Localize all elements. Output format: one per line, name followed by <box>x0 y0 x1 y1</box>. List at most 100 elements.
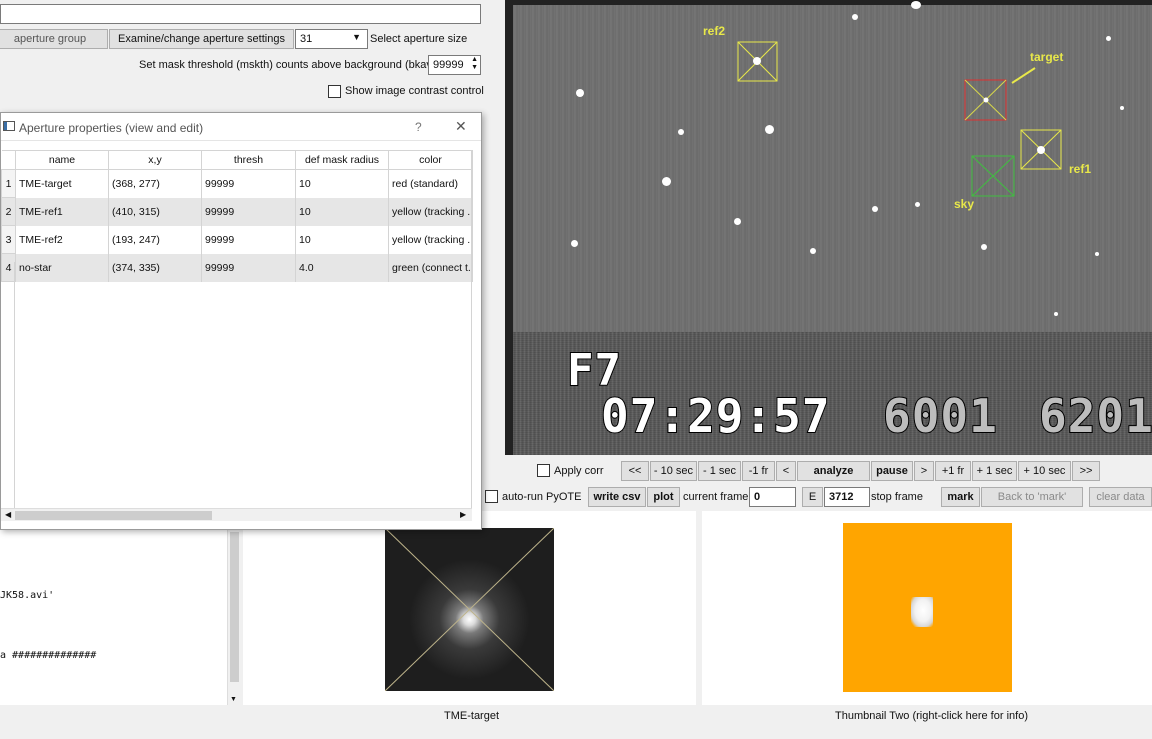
log-scroll-thumb[interactable] <box>230 532 239 682</box>
aperture-ref1[interactable] <box>1020 129 1062 170</box>
thumbnail-one-panel[interactable] <box>243 511 696 705</box>
nav-minus-1-frame-button[interactable]: -1 fr <box>742 461 775 481</box>
scroll-down-icon[interactable]: ▼ <box>230 696 237 703</box>
cell-xy[interactable]: (368, 277) <box>108 169 202 198</box>
table-row[interactable]: 2 TME-ref1 (410, 315) 99999 10 yellow (t… <box>1 197 473 226</box>
top-text-field[interactable] <box>0 4 481 24</box>
thumbnail-two-panel[interactable] <box>702 511 1152 705</box>
cell-thresh[interactable]: 99999 <box>201 169 296 198</box>
write-csv-button[interactable]: write csv <box>588 487 646 507</box>
thumbnail-two-star <box>911 597 933 627</box>
nav-plus-10-sec-button[interactable]: + 10 sec <box>1018 461 1071 481</box>
nav-back-button[interactable]: < <box>776 461 796 481</box>
analyze-button[interactable]: analyze <box>797 461 870 481</box>
cell-radius[interactable]: 10 <box>295 197 389 226</box>
table-left-edge <box>14 262 15 510</box>
nav-minus-10-sec-button[interactable]: - 10 sec <box>650 461 697 481</box>
pause-button[interactable]: pause <box>871 461 913 481</box>
cell-radius[interactable]: 10 <box>295 169 389 198</box>
plot-button[interactable]: plot <box>647 487 680 507</box>
auto-run-pyote-label: auto-run PyOTE <box>502 491 582 503</box>
column-header-color[interactable]: color <box>388 150 473 170</box>
back-to-mark-label: Back to 'mark' <box>997 491 1067 503</box>
table-row[interactable]: 4 no-star (374, 335) 99999 4.0 green (co… <box>1 253 473 282</box>
mask-threshold-spinbox[interactable]: 99999 ▲ ▼ <box>428 55 481 75</box>
cell-name[interactable]: TME-ref1 <box>15 197 109 226</box>
column-header-name[interactable]: name <box>15 150 109 170</box>
auto-run-pyote-checkbox[interactable] <box>485 490 498 503</box>
apply-corr-checkbox[interactable] <box>537 464 550 477</box>
log-scrollbar[interactable]: ▼ <box>227 530 240 705</box>
stop-frame-input[interactable]: 3712 <box>824 487 870 507</box>
cell-thresh[interactable]: 99999 <box>201 253 296 282</box>
nav-last-button[interactable]: >> <box>1072 461 1100 481</box>
mark-button[interactable]: mark <box>941 487 980 507</box>
thumbnail-one-crosshair <box>385 528 554 691</box>
mask-threshold-value: 99999 <box>433 59 464 71</box>
thumbnail-one-label: TME-target <box>444 710 500 722</box>
overlay-number-1: 6001 <box>882 388 998 444</box>
aperture-target[interactable] <box>964 79 1007 121</box>
write-csv-label: write csv <box>593 491 641 503</box>
ref2-tag: ref2 <box>703 24 726 38</box>
cell-xy[interactable]: (374, 335) <box>108 253 202 282</box>
nav-plus-1-frame-button[interactable]: +1 fr <box>935 461 971 481</box>
aperture-table[interactable]: name x,y thresh def mask radius color 1 … <box>1 150 473 282</box>
cell-name[interactable]: TME-ref2 <box>15 225 109 254</box>
ref1-tag: ref1 <box>1069 162 1092 176</box>
clear-data-button[interactable]: clear data <box>1089 487 1152 507</box>
cell-color[interactable]: yellow (tracking ... <box>388 197 473 226</box>
nav-minus-10-sec-label: - 10 sec <box>653 465 694 477</box>
cell-color[interactable]: red (standard) <box>388 169 473 198</box>
current-frame-input[interactable]: 0 <box>749 487 796 507</box>
cell-thresh[interactable]: 99999 <box>201 197 296 226</box>
aperture-properties-dialog[interactable]: Aperture properties (view and edit) ? ✕ … <box>0 112 482 530</box>
aperture-ref2[interactable] <box>737 41 778 82</box>
column-header-xy[interactable]: x,y <box>108 150 202 170</box>
cell-name[interactable]: TME-target <box>15 169 109 198</box>
cell-color[interactable]: green (connect t... <box>388 253 473 282</box>
help-icon[interactable]: ? <box>415 120 422 134</box>
chevron-down-icon: ▼ <box>352 32 361 42</box>
video-frame-image[interactable]: ref2 target ref1 sky F7 07:29:57 6001 62… <box>505 0 1152 455</box>
cell-radius[interactable]: 4.0 <box>295 253 389 282</box>
examine-aperture-settings-button[interactable]: Examine/change aperture settings <box>109 29 294 49</box>
cell-xy[interactable]: (193, 247) <box>108 225 202 254</box>
nav-minus-1-sec-button[interactable]: - 1 sec <box>698 461 741 481</box>
aperture-size-value: 31 <box>300 33 313 45</box>
log-text-panel[interactable]: JK58.avi' a ############## <box>0 530 240 705</box>
cell-name[interactable]: no-star <box>15 253 109 282</box>
horizontal-scroll-thumb[interactable] <box>15 511 212 520</box>
column-header-thresh[interactable]: thresh <box>201 150 296 170</box>
nav-forward-button[interactable]: > <box>914 461 934 481</box>
dialog-titlebar[interactable]: Aperture properties (view and edit) ? ✕ <box>1 113 481 141</box>
cell-xy[interactable]: (410, 315) <box>108 197 202 226</box>
table-horizontal-scrollbar[interactable]: ◀ ▶ <box>1 508 472 521</box>
column-header-radius[interactable]: def mask radius <box>295 150 389 170</box>
cell-color[interactable]: yellow (tracking ... <box>388 225 473 254</box>
current-frame-value: 0 <box>754 491 761 503</box>
table-row[interactable]: 3 TME-ref2 (193, 247) 99999 10 yellow (t… <box>1 225 473 254</box>
contrast-checkbox[interactable] <box>328 85 341 98</box>
table-row[interactable]: 1 TME-target (368, 277) 99999 10 red (st… <box>1 169 473 198</box>
log-line-separator: a ############## <box>0 650 97 661</box>
stop-frame-value: 3712 <box>829 491 854 503</box>
row-number: 1 <box>1 169 16 198</box>
nav-first-button[interactable]: << <box>621 461 649 481</box>
close-icon[interactable]: ✕ <box>455 118 467 135</box>
cell-thresh[interactable]: 99999 <box>201 225 296 254</box>
back-to-mark-button[interactable]: Back to 'mark' <box>981 487 1083 507</box>
nav-plus-1-sec-label: + 1 sec <box>976 465 1013 477</box>
e-button[interactable]: E <box>802 487 823 507</box>
analyze-label: analyze <box>813 465 854 477</box>
aperture-size-select[interactable]: 31 ▼ <box>295 29 368 49</box>
nav-back-label: < <box>782 465 790 477</box>
plot-label: plot <box>653 491 674 503</box>
aperture-sky[interactable] <box>971 155 1015 197</box>
overlay-number-2: 6201 <box>1038 388 1152 444</box>
nav-plus-1-sec-button[interactable]: + 1 sec <box>972 461 1017 481</box>
aperture-group-button[interactable]: aperture group <box>0 29 108 49</box>
scroll-right-icon[interactable]: ▶ <box>460 510 466 519</box>
scroll-left-icon[interactable]: ◀ <box>5 510 11 519</box>
cell-radius[interactable]: 10 <box>295 225 389 254</box>
